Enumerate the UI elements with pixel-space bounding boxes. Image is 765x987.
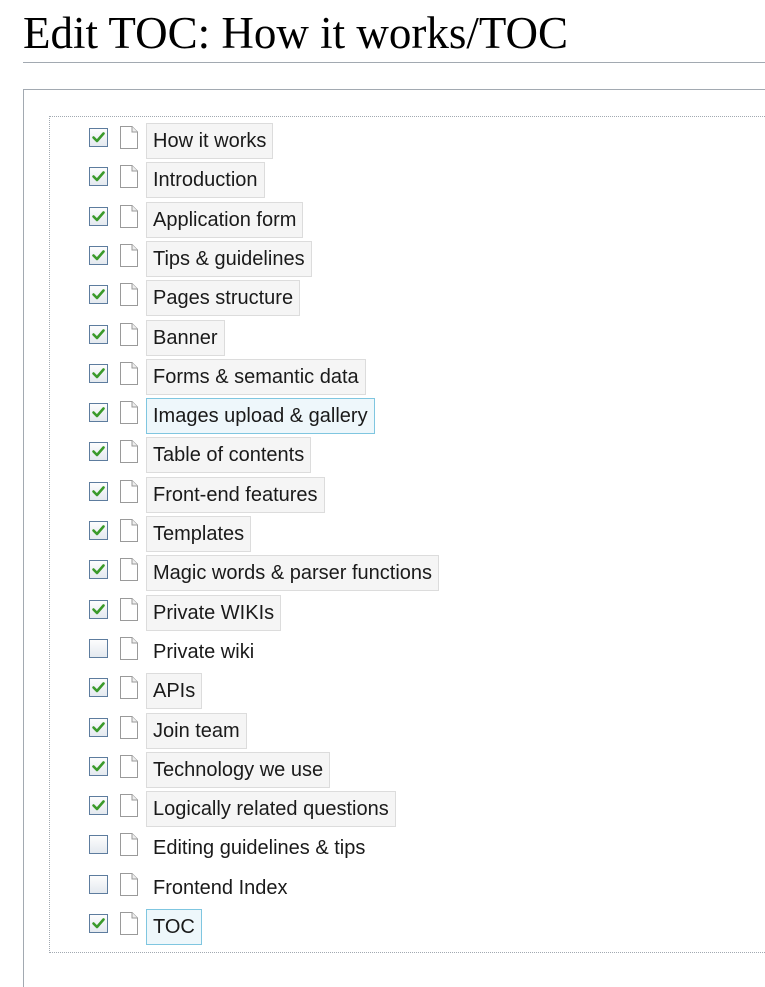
checked-checkbox[interactable] — [89, 128, 108, 147]
unchecked-checkbox[interactable] — [89, 835, 108, 854]
page-icon — [119, 518, 139, 543]
toc-item-label[interactable]: APIs — [146, 673, 203, 709]
checked-checkbox[interactable] — [89, 285, 108, 304]
checked-checkbox[interactable] — [89, 914, 108, 933]
title-divider — [23, 62, 765, 63]
page-icon — [119, 597, 139, 622]
checkmark-icon — [92, 368, 105, 379]
checkmark-icon — [92, 171, 105, 182]
toc-item-label[interactable]: Forms & semantic data — [146, 359, 366, 395]
toc-item-label[interactable]: How it works — [146, 123, 274, 159]
page-icon — [119, 282, 139, 307]
toc-item-label[interactable]: Banner — [146, 320, 225, 356]
page-icon — [119, 715, 139, 740]
checked-checkbox[interactable] — [89, 521, 108, 540]
checked-checkbox[interactable] — [89, 757, 108, 776]
checkmark-icon — [92, 918, 105, 929]
checkmark-icon — [92, 800, 105, 811]
checkmark-icon — [92, 564, 105, 575]
page-icon — [119, 754, 139, 779]
page-icon — [119, 675, 139, 700]
page-icon — [119, 322, 139, 347]
toc-item-label[interactable]: Frontend Index — [146, 870, 295, 906]
unchecked-checkbox[interactable] — [89, 875, 108, 894]
page-icon — [119, 832, 139, 857]
page-icon — [119, 204, 139, 229]
page-icon — [119, 400, 139, 425]
checked-checkbox[interactable] — [89, 364, 108, 383]
toc-item-label[interactable]: Editing guidelines & tips — [146, 830, 372, 866]
checkmark-icon — [92, 407, 105, 418]
page-icon — [119, 557, 139, 582]
page-icon — [119, 479, 139, 504]
toc-item-label[interactable]: Introduction — [146, 162, 265, 198]
checkmark-icon — [92, 446, 105, 457]
checked-checkbox[interactable] — [89, 325, 108, 344]
checked-checkbox[interactable] — [89, 442, 108, 461]
toc-item-label[interactable]: Templates — [146, 516, 252, 552]
page-icon — [119, 125, 139, 150]
checkmark-icon — [92, 761, 105, 772]
toc-item-label[interactable]: Technology we use — [146, 752, 331, 788]
unchecked-checkbox[interactable] — [89, 639, 108, 658]
page-icon — [119, 439, 139, 464]
toc-item-label[interactable]: Table of contents — [146, 437, 312, 473]
checkmark-icon — [92, 289, 105, 300]
toc-item-label[interactable]: Front-end features — [146, 477, 325, 513]
page-icon — [119, 793, 139, 818]
toc-item-label[interactable]: Pages structure — [146, 280, 301, 316]
checked-checkbox[interactable] — [89, 167, 108, 186]
checkmark-icon — [92, 682, 105, 693]
toc-item-label[interactable]: Application form — [146, 202, 304, 238]
checked-checkbox[interactable] — [89, 678, 108, 697]
toc-item-label[interactable]: Images upload & gallery — [146, 398, 375, 434]
checkmark-icon — [92, 211, 105, 222]
toc-item-label[interactable]: Join team — [146, 713, 247, 749]
checked-checkbox[interactable] — [89, 403, 108, 422]
checked-checkbox[interactable] — [89, 207, 108, 226]
checked-checkbox[interactable] — [89, 600, 108, 619]
toc-item-label[interactable]: Private WIKIs — [146, 595, 282, 631]
toc-item-label[interactable]: TOC — [146, 909, 202, 945]
checkmark-icon — [92, 525, 105, 536]
page-icon — [119, 243, 139, 268]
checkmark-icon — [92, 132, 105, 143]
checkmark-icon — [92, 722, 105, 733]
toc-item-label[interactable]: Logically related questions — [146, 791, 396, 827]
checkmark-icon — [92, 250, 105, 261]
checked-checkbox[interactable] — [89, 482, 108, 501]
page-icon — [119, 872, 139, 897]
page-icon — [119, 164, 139, 189]
checkmark-icon — [92, 604, 105, 615]
page-icon — [119, 361, 139, 386]
checked-checkbox[interactable] — [89, 560, 108, 579]
checked-checkbox[interactable] — [89, 796, 108, 815]
toc-item-label[interactable]: Tips & guidelines — [146, 241, 312, 277]
checkmark-icon — [92, 486, 105, 497]
checked-checkbox[interactable] — [89, 718, 108, 737]
toc-item-label[interactable]: Private wiki — [146, 634, 261, 670]
checked-checkbox[interactable] — [89, 246, 108, 265]
checkmark-icon — [92, 329, 105, 340]
page-icon — [119, 636, 139, 661]
page-icon — [119, 911, 139, 936]
page-title: Edit TOC: How it works/TOC — [23, 8, 569, 58]
toc-item-label[interactable]: Magic words & parser functions — [146, 555, 440, 591]
